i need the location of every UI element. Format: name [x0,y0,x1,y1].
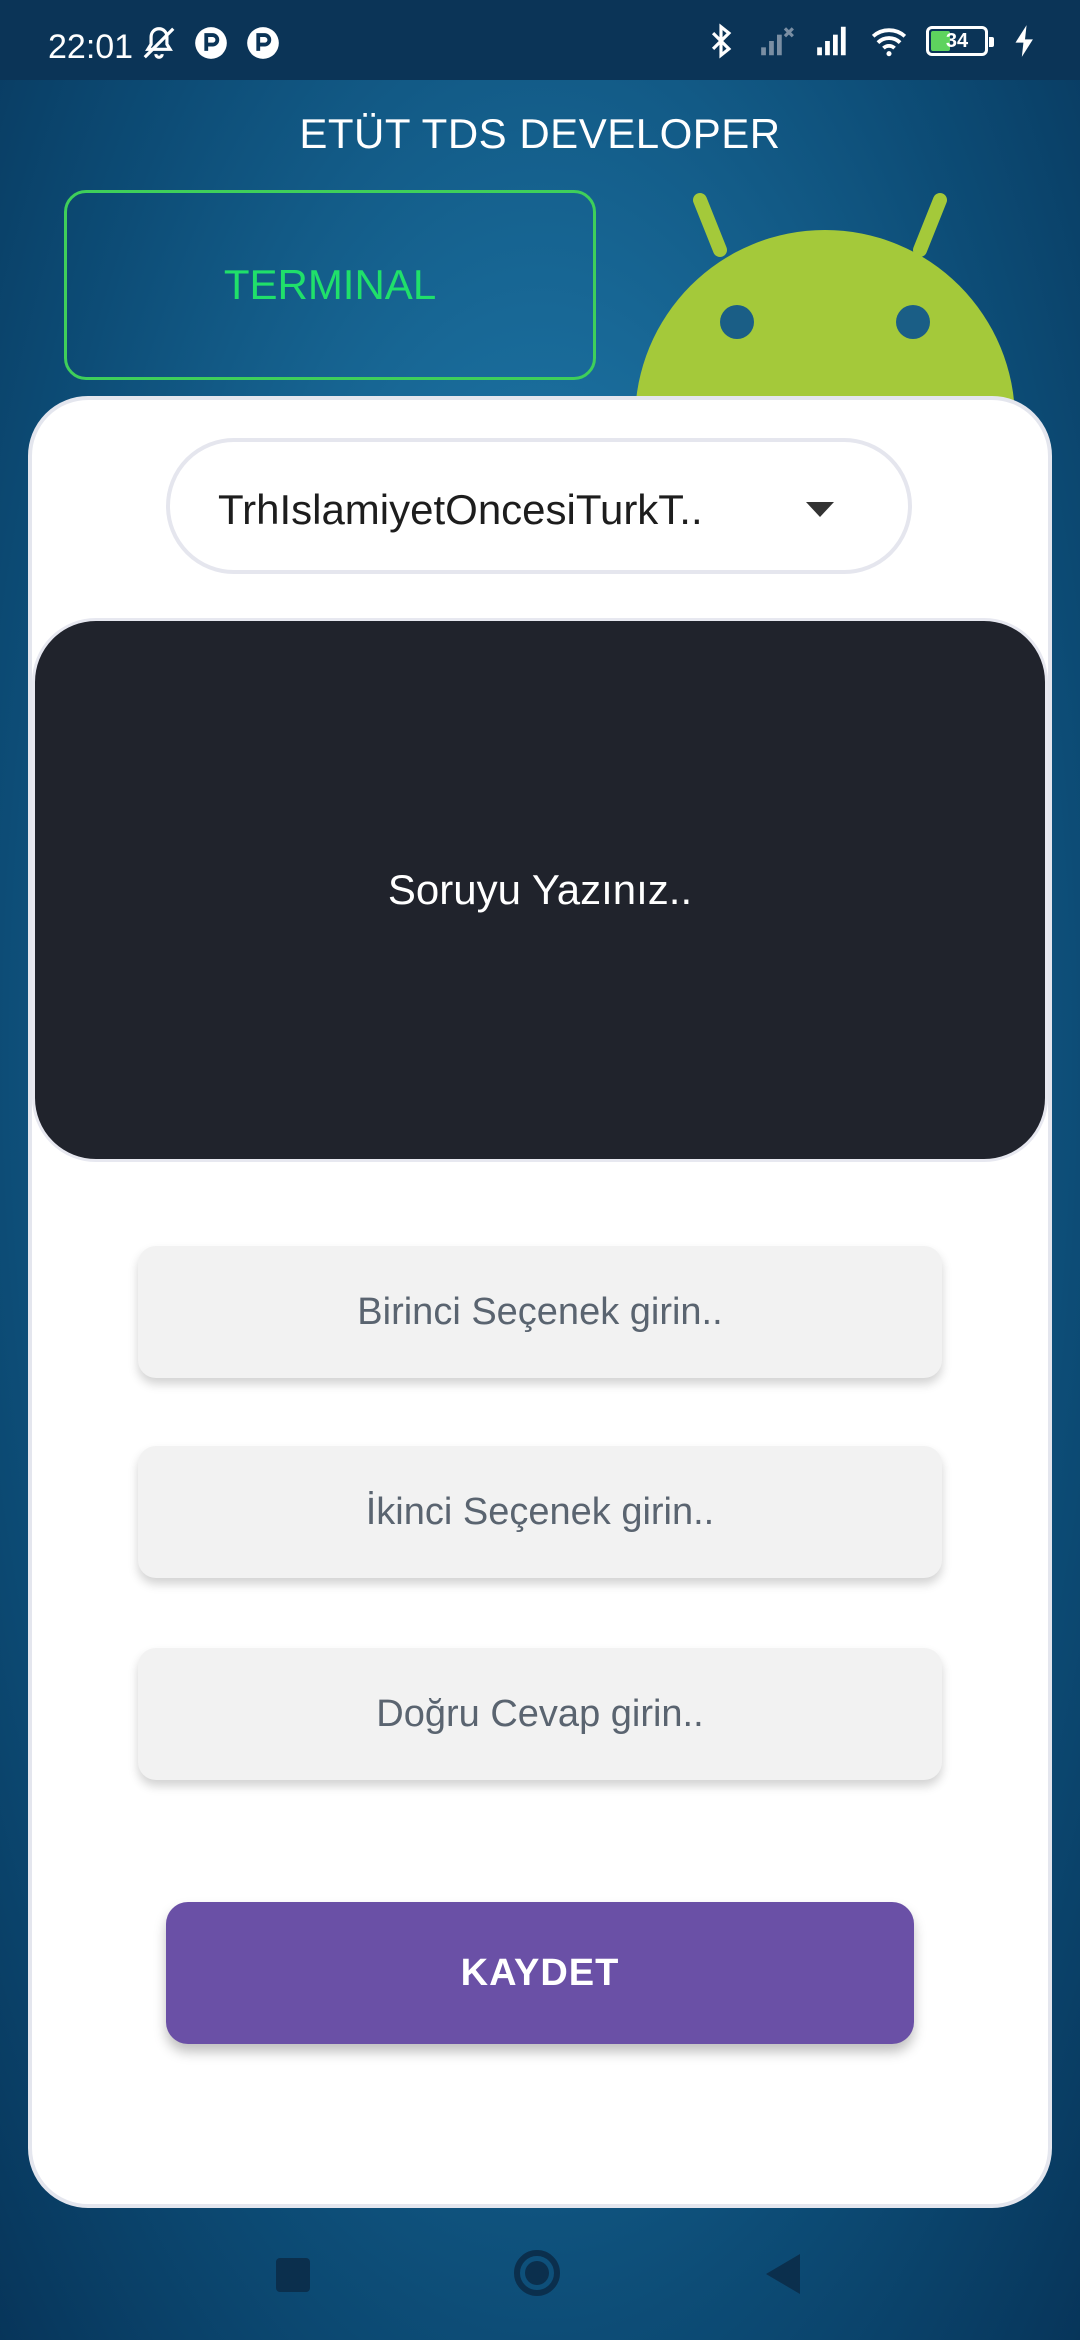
bluetooth-icon [711,23,732,59]
question-placeholder: Soruyu Yazınız.. [387,866,693,913]
back-button[interactable] [766,2254,800,2294]
wifi-icon [871,28,907,57]
first-option-input[interactable]: Birinci Seçenek girin.. [138,1246,942,1378]
terminal-button[interactable]: TERMINAL [64,190,596,380]
dropdown-arrow-icon [806,502,834,517]
battery-percent: 34 [945,30,969,52]
charging-icon [1015,25,1033,57]
status-left-icons [140,24,282,62]
status-time: 22:01 [48,28,134,66]
status-right-icons: 34 [702,22,1044,60]
second-option-input[interactable]: İkinci Seçenek girin.. [138,1446,942,1578]
recents-button[interactable] [276,2258,310,2292]
question-input[interactable]: Soruyu Yazınız.. [32,618,1048,1162]
second-option-placeholder: İkinci Seçenek girin.. [365,1490,715,1533]
battery-icon: 34 [926,26,994,56]
navigation-bar [0,2220,1080,2340]
correct-answer-placeholder: Doğru Cevap girin.. [376,1692,704,1735]
category-selected: TrhIslamiyetOncesiTurkT.. [218,486,703,533]
category-dropdown[interactable]: TrhIslamiyetOncesiTurkT.. [166,438,912,574]
correct-answer-input[interactable]: Doğru Cevap girin.. [138,1648,942,1780]
bell-off-icon [143,27,175,59]
android-mascot-icon [635,193,1015,420]
signal-icon [761,27,794,56]
status-bar: 22:01 34 [0,0,1080,80]
signal-icon [817,26,846,56]
first-option-placeholder: Birinci Seçenek girin.. [357,1290,723,1333]
app-title: ETÜT TDS DEVELOPER [299,110,781,157]
home-button[interactable] [514,2250,560,2296]
save-button[interactable]: KAYDET [166,1902,914,2044]
r-app-icon [195,27,227,59]
r-app-icon [247,27,279,59]
